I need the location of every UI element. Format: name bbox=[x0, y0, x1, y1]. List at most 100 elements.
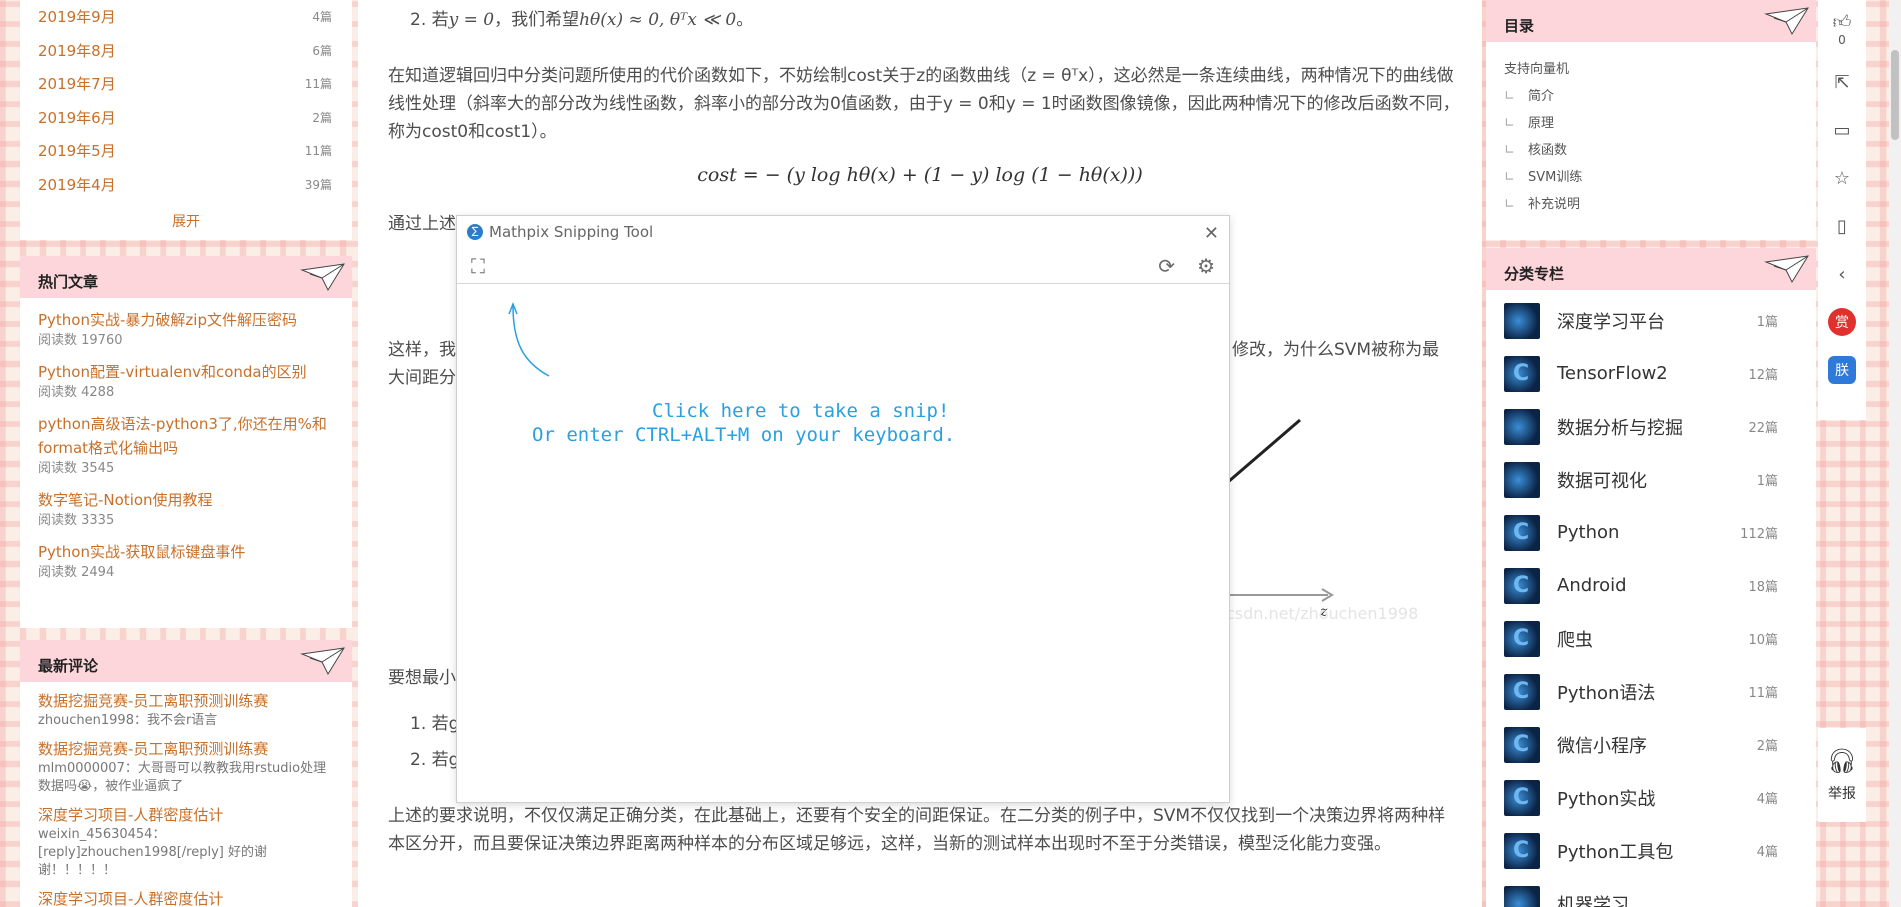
like-button[interactable]: 👍︎ 0 bbox=[1818, 0, 1866, 58]
archive-month: 2019年6月 bbox=[38, 108, 116, 127]
comment-body: zhouchen1998：我不会r语言 bbox=[38, 713, 218, 728]
hot-article-link[interactable]: Python实战-获取鼠标键盘事件 bbox=[38, 540, 334, 564]
category-count: 12篇 bbox=[1748, 368, 1778, 383]
new-snip-icon[interactable]: ⛶ bbox=[471, 254, 485, 278]
scrollbar-thumb[interactable] bbox=[1891, 50, 1899, 140]
hot-article-reads: 阅读数 3335 bbox=[38, 513, 115, 528]
category-name: Python语法 bbox=[1557, 682, 1656, 704]
comment-body: weixin_45630454：[reply]zhouchen1998[/rep… bbox=[38, 827, 267, 878]
hot-article-link[interactable]: python高级语法-python3了,你还在用%和format格式化输出吗 bbox=[38, 412, 334, 460]
category-name: TensorFlow2 bbox=[1557, 363, 1668, 384]
hot-article-link[interactable]: Python配置-virtualenv和conda的区别 bbox=[38, 360, 334, 384]
archive-count: 4篇 bbox=[312, 10, 332, 25]
category-item[interactable]: Android 18篇 bbox=[1486, 559, 1816, 612]
category-item[interactable]: Python实战 4篇 bbox=[1486, 771, 1816, 824]
curved-arrow-icon bbox=[508, 302, 550, 377]
categories-header: 分类专栏 bbox=[1486, 248, 1816, 290]
toc-root[interactable]: 支持向量机 bbox=[1486, 56, 1816, 83]
mathpix-snipping-window[interactable]: ∑ Mathpix Snipping Tool ✕ ⛶ ⟳ ⚙ Click he… bbox=[456, 215, 1230, 803]
origami-bird-icon bbox=[300, 647, 345, 676]
comments-title: 最新评论 bbox=[38, 657, 99, 675]
archive-item[interactable]: 2019年7月 11篇 bbox=[20, 67, 352, 101]
archive-item[interactable]: 2019年4月 39篇 bbox=[20, 168, 352, 202]
comment-article-link[interactable]: 数据挖掘竞赛-员工离职预测训练赛 bbox=[38, 690, 334, 712]
category-item[interactable]: 爬虫 10篇 bbox=[1486, 612, 1816, 665]
collapse-button[interactable]: ‹ bbox=[1818, 250, 1866, 298]
category-count: 4篇 bbox=[1756, 792, 1778, 807]
mathpix-logo-icon: ∑ bbox=[467, 224, 483, 240]
archive-expand-link[interactable]: 展开 bbox=[20, 201, 352, 241]
toc-item[interactable]: 简介 bbox=[1486, 83, 1816, 110]
comment-article-link[interactable]: 深度学习项目-人群密度估计 bbox=[38, 888, 334, 907]
snip-titlebar[interactable]: ∑ Mathpix Snipping Tool bbox=[457, 216, 1229, 248]
category-name: Android bbox=[1557, 575, 1627, 596]
gear-icon[interactable]: ⚙ bbox=[1197, 254, 1215, 278]
like-count: 0 bbox=[1838, 33, 1846, 47]
vip-icon: 朕 bbox=[1828, 356, 1856, 384]
category-item[interactable]: Python语法 11篇 bbox=[1486, 665, 1816, 718]
share-button[interactable]: ⇱ bbox=[1818, 58, 1866, 106]
favorite-button[interactable]: ☆ bbox=[1818, 154, 1866, 202]
comment-body: mlm0000007：大哥哥可以教教我用rstudio处理数据吗😭，被作业逼疯了 bbox=[38, 761, 327, 794]
comment-icon: ▭ bbox=[1833, 119, 1851, 141]
comment-item: 数据挖掘竞赛-员工离职预测训练赛 zhouchen1998：我不会r语言 bbox=[20, 690, 352, 730]
close-icon[interactable]: ✕ bbox=[1204, 223, 1219, 244]
toc-item[interactable]: 补充说明 bbox=[1486, 191, 1816, 218]
archive-item[interactable]: 2019年9月 4篇 bbox=[20, 0, 352, 34]
archive-item[interactable]: 2019年5月 11篇 bbox=[20, 134, 352, 168]
category-item[interactable]: 数据可视化 1篇 bbox=[1486, 453, 1816, 506]
category-item[interactable]: Python 112篇 bbox=[1486, 506, 1816, 559]
origami-bird-icon bbox=[1764, 255, 1809, 284]
floating-toolbar: 👍︎ 0 ⇱ ▭ ☆ ▯ ‹ 赏 朕 bbox=[1818, 0, 1866, 420]
category-name: Python工具包 bbox=[1557, 841, 1674, 863]
cost-formula: cost = − (y log hθ(x) + (1 − y) log (1 −… bbox=[697, 164, 1143, 186]
toc-item[interactable]: 原理 bbox=[1486, 110, 1816, 137]
page-scrollbar[interactable] bbox=[1889, 0, 1901, 907]
share-icon: ⇱ bbox=[1834, 71, 1850, 93]
archive-item[interactable]: 2019年6月 2篇 bbox=[20, 101, 352, 135]
paragraph-cost: 在知道逻辑回归中分类问题所使用的代价函数如下，不妨绘制cost关于z的函数曲线（… bbox=[388, 66, 1460, 142]
hot-article-item: Python实战-获取鼠标键盘事件 阅读数 2494 bbox=[20, 540, 352, 582]
comment-article-link[interactable]: 深度学习项目-人群密度估计 bbox=[38, 804, 334, 826]
category-name: 数据可视化 bbox=[1557, 470, 1647, 492]
category-count: 1篇 bbox=[1756, 474, 1778, 489]
archive-count: 39篇 bbox=[304, 177, 332, 192]
report-button[interactable]: 🎧︎ 举报 bbox=[1818, 728, 1866, 822]
comments-list: 数据挖掘竞赛-员工离职预测训练赛 zhouchen1998：我不会r语言 数据挖掘竞… bbox=[20, 690, 352, 907]
archive-count: 11篇 bbox=[304, 77, 332, 92]
archive-item[interactable]: 2019年8月 6篇 bbox=[20, 34, 352, 68]
hot-article-reads: 阅读数 2494 bbox=[38, 565, 115, 580]
toc-item[interactable]: SVM训练 bbox=[1486, 164, 1816, 191]
reward-button[interactable]: 赏 bbox=[1818, 298, 1866, 346]
toc-title: 目录 bbox=[1504, 17, 1535, 35]
vip-button[interactable]: 朕 bbox=[1818, 346, 1866, 394]
comment-article-link[interactable]: 数据挖掘竞赛-员工离职预测训练赛 bbox=[38, 738, 334, 760]
category-item[interactable]: Python工具包 4篇 bbox=[1486, 824, 1816, 877]
archive-month: 2019年4月 bbox=[38, 175, 116, 194]
category-thumbnail bbox=[1504, 461, 1540, 498]
refresh-icon[interactable]: ⟳ bbox=[1158, 254, 1175, 278]
category-count: 2篇 bbox=[1756, 739, 1778, 754]
category-item[interactable]: 数据分析与挖掘 22篇 bbox=[1486, 400, 1816, 453]
category-item[interactable]: 深度学习平台 1篇 bbox=[1486, 294, 1816, 347]
mobile-button[interactable]: ▯ bbox=[1818, 202, 1866, 250]
snip-toolbar: ⛶ ⟳ ⚙ bbox=[457, 248, 1229, 284]
category-count: 22篇 bbox=[1748, 421, 1778, 436]
hot-article-link[interactable]: Python实战-暴力破解zip文件解压密码 bbox=[38, 308, 334, 332]
snip-instruction[interactable]: Click here to take a snip! bbox=[457, 400, 1229, 422]
category-thumbnail bbox=[1504, 885, 1540, 907]
archive-list: 2019年9月 4篇 2019年8月 6篇 2019年7月 11篇 2019年6月 2篇 201… bbox=[20, 0, 352, 201]
category-item[interactable]: 微信小程序 2篇 bbox=[1486, 718, 1816, 771]
thumbs-up-icon: 👍︎ bbox=[1832, 12, 1852, 33]
category-item[interactable]: TensorFlow2 12篇 bbox=[1486, 347, 1816, 400]
hot-article-reads: 阅读数 4288 bbox=[38, 385, 115, 400]
origami-bird-icon bbox=[300, 263, 345, 292]
category-count: 4篇 bbox=[1756, 845, 1778, 860]
toc-item[interactable]: 核函数 bbox=[1486, 137, 1816, 164]
hot-article-reads: 阅读数 19760 bbox=[38, 333, 123, 348]
category-item[interactable]: 机器学习 bbox=[1486, 877, 1816, 907]
comment-button[interactable]: ▭ bbox=[1818, 106, 1866, 154]
origami-bird-icon bbox=[1764, 7, 1809, 36]
hot-article-link[interactable]: 数字笔记-Notion使用教程 bbox=[38, 488, 334, 512]
hot-articles-header: 热门文章 bbox=[20, 256, 352, 298]
